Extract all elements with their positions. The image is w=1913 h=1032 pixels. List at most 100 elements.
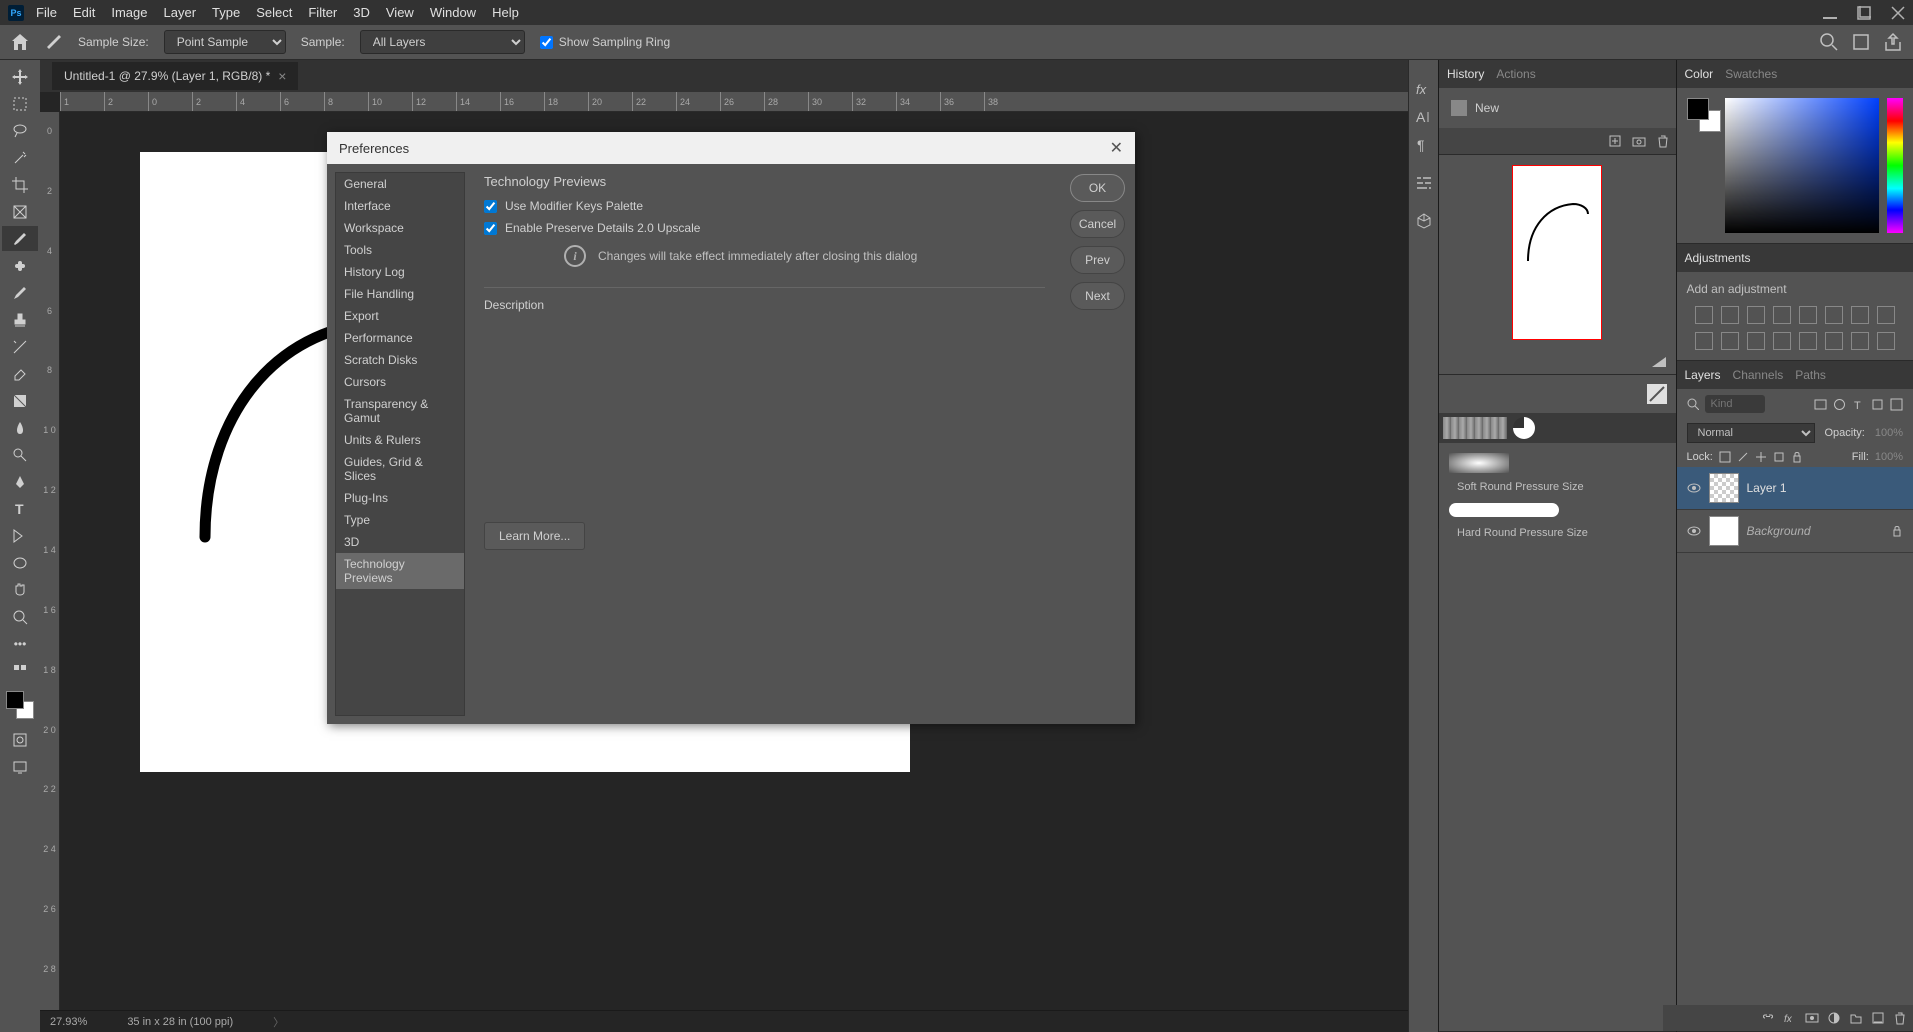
fx-icon[interactable]: fx	[1783, 1011, 1797, 1025]
pref-category[interactable]: Performance	[336, 327, 464, 349]
menu-layer[interactable]: Layer	[164, 5, 197, 20]
eyedropper-tool[interactable]	[2, 226, 38, 251]
actions-tab[interactable]: Actions	[1496, 67, 1535, 81]
gradient-map-icon[interactable]	[1851, 332, 1869, 350]
history-item[interactable]: New	[1447, 96, 1668, 120]
foreground-color[interactable]	[6, 691, 24, 709]
color-swatch[interactable]	[6, 691, 34, 719]
next-button[interactable]: Next	[1070, 282, 1125, 310]
adjustments-tab[interactable]: Adjustments	[1685, 251, 1751, 265]
sample-size-select[interactable]: Point Sample	[164, 30, 286, 54]
vibrance-icon[interactable]	[1799, 306, 1817, 324]
pen-tool[interactable]	[2, 469, 38, 494]
menu-select[interactable]: Select	[256, 5, 292, 20]
close-tab-icon[interactable]: ×	[278, 68, 286, 84]
pref-category[interactable]: Workspace	[336, 217, 464, 239]
fill-value[interactable]: 100%	[1875, 451, 1903, 463]
pref-category[interactable]: Plug-Ins	[336, 487, 464, 509]
levels-icon[interactable]	[1721, 306, 1739, 324]
opacity-value[interactable]: 100%	[1875, 427, 1903, 439]
home-icon[interactable]	[10, 32, 30, 52]
heal-tool[interactable]	[2, 253, 38, 278]
hue-icon[interactable]	[1825, 306, 1843, 324]
crop-tool[interactable]	[2, 172, 38, 197]
brush-angle[interactable]	[1513, 417, 1535, 439]
menu-image[interactable]: Image	[111, 5, 147, 20]
pref-category[interactable]: Tools	[336, 239, 464, 261]
snapshot-icon[interactable]	[1632, 134, 1646, 148]
mask-icon[interactable]	[1805, 1011, 1819, 1025]
invert-icon[interactable]	[1773, 332, 1791, 350]
lock-move-icon[interactable]	[1755, 451, 1767, 463]
learn-more-button[interactable]: Learn More...	[484, 522, 585, 550]
exposure-icon[interactable]	[1773, 306, 1791, 324]
marquee-tool[interactable]	[2, 91, 38, 116]
lookup-icon[interactable]	[1747, 332, 1765, 350]
pref-category[interactable]: General	[336, 173, 464, 195]
screenmode-tool[interactable]	[2, 754, 38, 779]
brush-tool[interactable]	[2, 280, 38, 305]
history-brush-tool[interactable]	[2, 334, 38, 359]
pref-category[interactable]: Transparency & Gamut	[336, 393, 464, 429]
more-tools[interactable]: •••	[2, 631, 38, 656]
paths-tab[interactable]: Paths	[1795, 368, 1826, 382]
ok-button[interactable]: OK	[1070, 174, 1125, 202]
close-icon[interactable]	[1891, 6, 1905, 20]
shape-filter-icon[interactable]	[1871, 398, 1884, 411]
document-tab[interactable]: Untitled-1 @ 27.9% (Layer 1, RGB/8) * ×	[52, 62, 298, 90]
posterize-icon[interactable]	[1799, 332, 1817, 350]
frame-tool[interactable]	[2, 199, 38, 224]
preserve-details-checkbox[interactable]	[484, 222, 497, 235]
menu-filter[interactable]: Filter	[308, 5, 337, 20]
navigator-preview[interactable]	[1512, 165, 1602, 340]
stamp-tool[interactable]	[2, 307, 38, 332]
pref-category[interactable]: Guides, Grid & Slices	[336, 451, 464, 487]
create-doc-icon[interactable]	[1608, 134, 1622, 148]
character-icon[interactable]: A	[1415, 108, 1433, 126]
search-icon[interactable]	[1819, 32, 1839, 52]
photofilter-icon[interactable]	[1695, 332, 1713, 350]
3d-icon[interactable]	[1415, 212, 1433, 230]
share-icon[interactable]	[1883, 32, 1903, 52]
pref-category[interactable]: Type	[336, 509, 464, 531]
color-preview[interactable]	[1687, 98, 1717, 233]
mixer-icon[interactable]	[1721, 332, 1739, 350]
minimize-icon[interactable]	[1823, 6, 1837, 20]
brush-settings-icon[interactable]	[1415, 174, 1433, 192]
curves-icon[interactable]	[1747, 306, 1765, 324]
brightness-icon[interactable]	[1695, 306, 1713, 324]
frame-icon[interactable]	[1851, 32, 1871, 52]
brush-thumb[interactable]	[1449, 453, 1509, 473]
hue-slider[interactable]	[1887, 98, 1903, 233]
brush-thumb[interactable]	[1449, 503, 1559, 517]
path-tool[interactable]	[2, 523, 38, 548]
delete-layer-icon[interactable]	[1893, 1011, 1907, 1025]
pref-category[interactable]: Export	[336, 305, 464, 327]
eraser-tool[interactable]	[2, 361, 38, 386]
group-icon[interactable]	[1849, 1011, 1863, 1025]
colorbalance-icon[interactable]	[1851, 306, 1869, 324]
show-ring-checkbox[interactable]	[540, 36, 553, 49]
text-filter-icon[interactable]: T	[1852, 398, 1865, 411]
prev-button[interactable]: Prev	[1070, 246, 1125, 274]
pref-category[interactable]: Technology Previews	[336, 553, 464, 589]
lock-all-icon[interactable]	[1791, 451, 1803, 463]
zoom-tool[interactable]	[2, 604, 38, 629]
lock-artboard-icon[interactable]	[1773, 451, 1785, 463]
pref-category[interactable]: 3D	[336, 531, 464, 553]
pref-category[interactable]: Units & Rulers	[336, 429, 464, 451]
visibility-icon[interactable]	[1687, 481, 1701, 495]
lock-transparency-icon[interactable]	[1719, 451, 1731, 463]
move-tool[interactable]	[2, 64, 38, 89]
menu-window[interactable]: Window	[430, 5, 476, 20]
pixel-filter-icon[interactable]	[1814, 398, 1827, 411]
layer-row[interactable]: Layer 1	[1677, 467, 1913, 510]
lock-paint-icon[interactable]	[1737, 451, 1749, 463]
selective-icon[interactable]	[1877, 332, 1895, 350]
trash-icon[interactable]	[1656, 134, 1670, 148]
text-tool[interactable]: T	[2, 496, 38, 521]
pref-category[interactable]: File Handling	[336, 283, 464, 305]
pref-category[interactable]: History Log	[336, 261, 464, 283]
menu-edit[interactable]: Edit	[73, 5, 95, 20]
gradient-tool[interactable]	[2, 388, 38, 413]
